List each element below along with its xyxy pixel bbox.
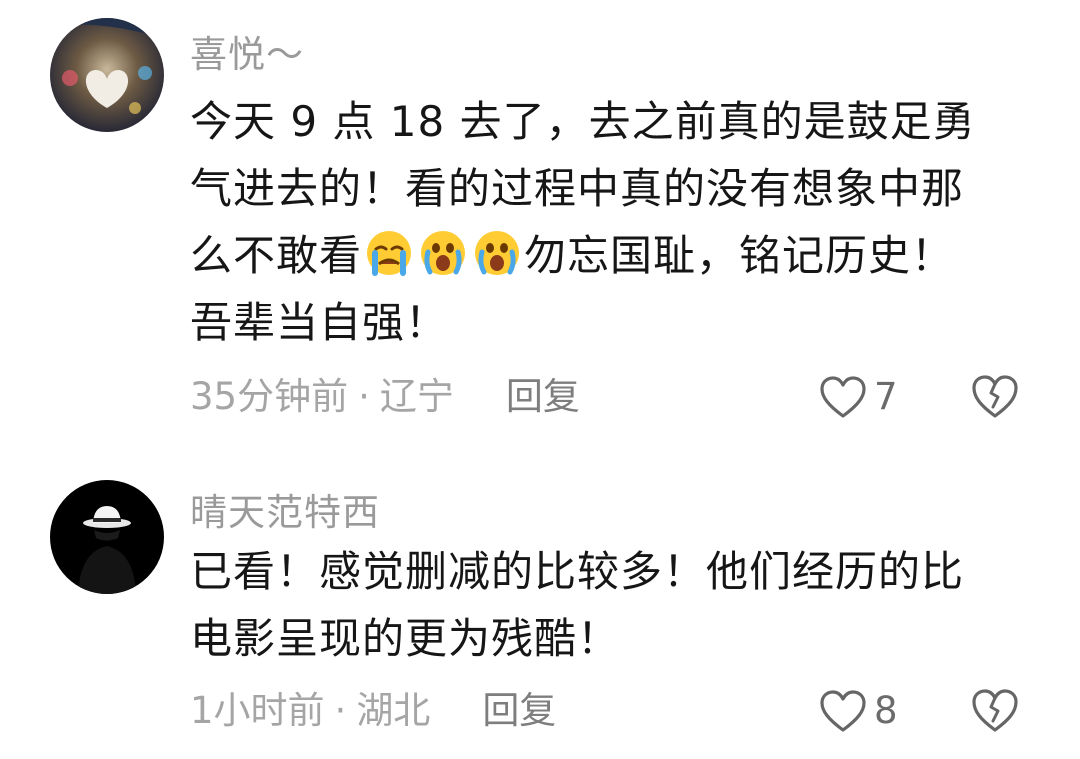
like-button[interactable]: 7 <box>818 372 898 422</box>
comment-line: 吾辈当自强！ <box>190 298 449 347</box>
separator: · <box>334 689 347 732</box>
like-count: 8 <box>874 689 898 732</box>
location: 辽宁 <box>379 375 454 418</box>
comment-segment: 勿忘国耻，铭记历史！ <box>524 231 955 280</box>
like-button[interactable]: 8 <box>818 686 898 736</box>
avatar[interactable] <box>50 480 164 594</box>
location: 湖北 <box>356 689 431 732</box>
comment-text: 已看！感觉删减的比较多！他们经历的比 电影呈现的更为残酷！ <box>190 538 1040 672</box>
dislike-button[interactable] <box>970 372 1020 420</box>
like-count: 7 <box>874 375 898 418</box>
comment-text: 今天 9 点 18 去了，去之前真的是鼓足勇 气进去的！看的过程中真的没有想象中… <box>190 88 1040 356</box>
heart-icon <box>820 376 866 418</box>
username[interactable]: 晴天范特西 <box>190 482 380 536</box>
comment-line: 今天 9 点 18 去了，去之前真的是鼓足勇 <box>190 97 976 146</box>
comment-segment: 么不敢看 <box>190 231 363 280</box>
broken-heart-icon <box>972 375 1018 418</box>
comment-line: 气进去的！看的过程中真的没有想象中那 <box>190 164 965 213</box>
loudly-crying-face-icon <box>364 228 414 278</box>
comment-item: 喜悦～ 今天 9 点 18 去了，去之前真的是鼓足勇 气进去的！看的过程中真的没… <box>0 0 1080 450</box>
heart-icon <box>820 690 866 732</box>
avatar-image <box>50 18 164 132</box>
avatar[interactable] <box>50 18 164 132</box>
timestamp: 1小时前 <box>190 689 325 732</box>
dislike-button[interactable] <box>970 686 1020 734</box>
comment-line: 么不敢看 勿忘国耻，铭记历史！ <box>190 222 1040 289</box>
reply-button[interactable]: 回复 <box>506 372 580 422</box>
comment-meta: 1小时前 · 湖北 回复 <box>190 686 556 736</box>
separator: · <box>358 375 370 418</box>
comment-meta: 35分钟前 · 辽宁 回复 <box>190 372 580 422</box>
screaming-crying-face-icon <box>418 228 468 278</box>
comment-item: 晴天范特西 已看！感觉删减的比较多！他们经历的比 电影呈现的更为残酷！ 1小时前… <box>0 450 1080 759</box>
reply-button[interactable]: 回复 <box>482 686 556 736</box>
screaming-crying-face-icon <box>472 228 522 278</box>
username[interactable]: 喜悦～ <box>190 24 304 78</box>
broken-heart-icon <box>972 689 1018 732</box>
comment-line: 电影呈现的更为残酷！ <box>190 614 621 663</box>
avatar-image <box>50 480 164 594</box>
comment-line: 已看！感觉删减的比较多！他们经历的比 <box>190 547 965 596</box>
timestamp: 35分钟前 <box>190 375 349 418</box>
